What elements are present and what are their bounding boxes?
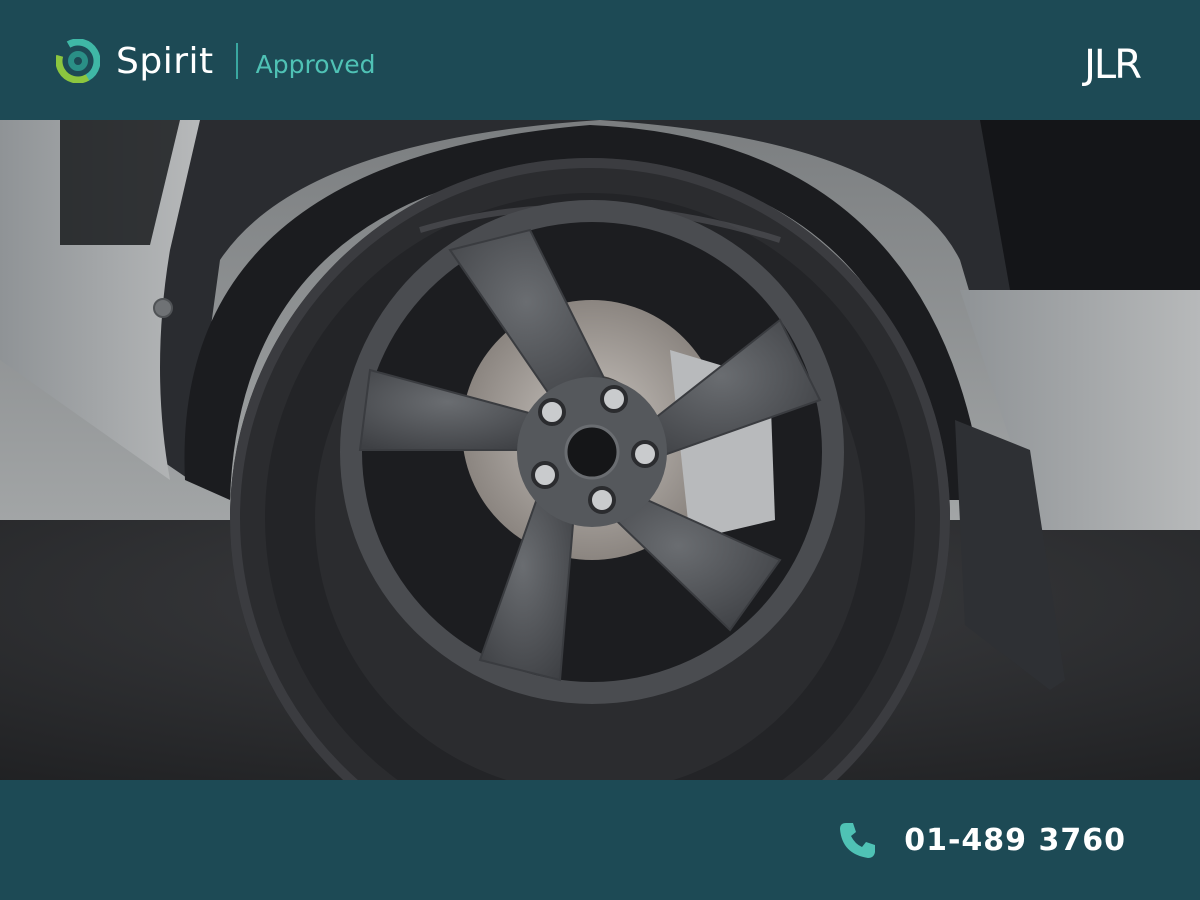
phone-icon [840, 823, 876, 858]
jlr-logo[interactable]: JLR [1084, 42, 1142, 88]
brand-divider [235, 43, 238, 79]
brand-name: Spirit [116, 40, 214, 82]
brand-tagline: Approved [255, 49, 376, 79]
spirit-swirl-icon [56, 39, 100, 83]
phone-contact[interactable]: 01-489 3760 [838, 820, 1126, 860]
header-bar: Spirit Approved JLR [0, 0, 1200, 120]
phone-number[interactable]: 01-489 3760 [904, 823, 1126, 858]
vehicle-wheel-photo [0, 120, 1200, 780]
brand[interactable]: Spirit Approved [56, 38, 376, 84]
